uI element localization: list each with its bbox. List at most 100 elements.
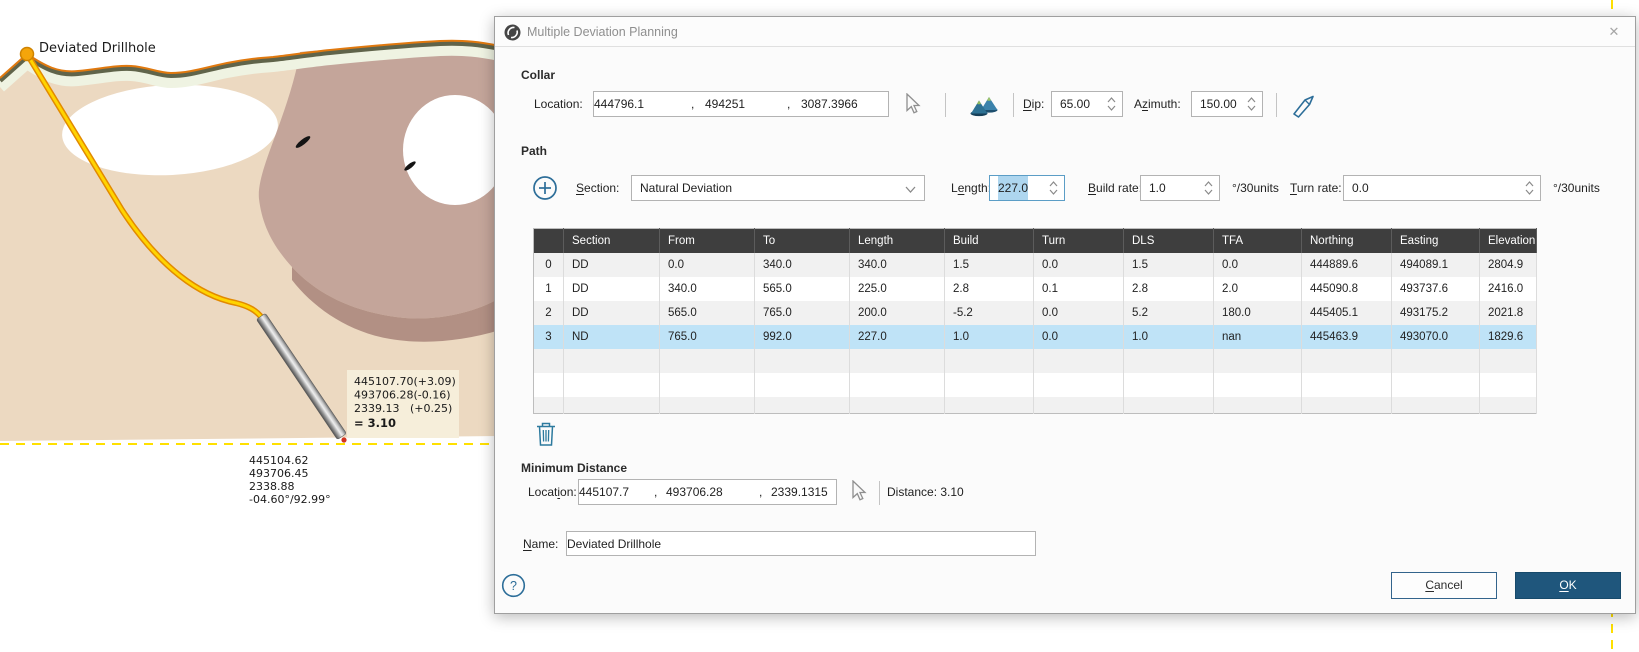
section-type-dropdown[interactable]: Natural Deviation: [631, 175, 925, 201]
help-button[interactable]: ?: [501, 573, 526, 598]
dialog-titlebar[interactable]: Multiple Deviation Planning ✕: [495, 17, 1635, 47]
cancel-button[interactable]: Cancel: [1391, 572, 1497, 599]
dip-value[interactable]: 65.00: [1060, 92, 1090, 116]
table-cell[interactable]: 2.8: [945, 277, 1034, 301]
table-cell[interactable]: [564, 373, 660, 397]
table-row[interactable]: 2DD565.0765.0200.0-5.20.05.2180.0445405.…: [534, 301, 1537, 325]
build-rate-spinner[interactable]: [1204, 179, 1214, 198]
table-cell[interactable]: [1302, 349, 1392, 373]
azimuth-spinbox[interactable]: 150.00: [1191, 91, 1263, 117]
table-cell[interactable]: [1480, 349, 1537, 373]
table-row[interactable]: 3ND765.0992.0227.01.00.01.0nan445463.949…: [534, 325, 1537, 349]
table-cell[interactable]: 2804.9: [1480, 253, 1537, 277]
collar-z-value[interactable]: 3087.3966: [801, 92, 858, 116]
table-cell[interactable]: [1214, 397, 1302, 414]
length-spinbox[interactable]: 227.0: [989, 175, 1065, 201]
length-value[interactable]: 227.0: [998, 176, 1028, 200]
table-cell[interactable]: 1829.6: [1480, 325, 1537, 349]
table-cell[interactable]: 2416.0: [1480, 277, 1537, 301]
table-cell[interactable]: -5.2: [945, 301, 1034, 325]
collar-location-input[interactable]: 444796.1 , 494251 , 3087.3966: [593, 91, 889, 117]
table-cell[interactable]: [564, 349, 660, 373]
turn-rate-spinbox[interactable]: 0.0: [1343, 175, 1541, 201]
turn-rate-value[interactable]: 0.0: [1352, 176, 1369, 200]
table-cell[interactable]: [534, 397, 564, 414]
table-cell[interactable]: [850, 373, 945, 397]
table-cell[interactable]: 493175.2: [1392, 301, 1480, 325]
table-cell[interactable]: 1.5: [1124, 253, 1214, 277]
table-row[interactable]: [534, 397, 1537, 414]
close-button[interactable]: ✕: [1601, 17, 1627, 47]
table-cell[interactable]: 494089.1: [1392, 253, 1480, 277]
table-cell[interactable]: 1.5: [945, 253, 1034, 277]
table-cell[interactable]: [850, 397, 945, 414]
table-cell[interactable]: [1034, 373, 1124, 397]
delete-section-trash-icon[interactable]: [534, 421, 558, 447]
table-cell[interactable]: 2.0: [1214, 277, 1302, 301]
place-on-topography-icon[interactable]: [969, 93, 999, 117]
table-cell[interactable]: 445090.8: [1302, 277, 1392, 301]
table-cell[interactable]: [945, 373, 1034, 397]
azimuth-value[interactable]: 150.00: [1200, 92, 1237, 116]
table-cell[interactable]: 493070.0: [1392, 325, 1480, 349]
build-rate-spinbox[interactable]: 1.0: [1140, 175, 1220, 201]
table-cell[interactable]: DD: [564, 277, 660, 301]
table-row[interactable]: [534, 349, 1537, 373]
draw-orientation-pencil-icon[interactable]: [1289, 91, 1319, 118]
name-input[interactable]: Deviated Drillhole: [566, 531, 1036, 556]
collar-marker[interactable]: [21, 48, 34, 61]
table-cell[interactable]: 0.0: [660, 253, 755, 277]
table-cell[interactable]: [1392, 397, 1480, 414]
min-distance-y-value[interactable]: 493706.28: [666, 480, 759, 504]
table-cell[interactable]: 3: [534, 325, 564, 349]
table-cell[interactable]: 565.0: [755, 277, 850, 301]
length-spinner[interactable]: [1049, 179, 1059, 198]
table-cell[interactable]: 180.0: [1214, 301, 1302, 325]
table-cell[interactable]: 340.0: [660, 277, 755, 301]
azimuth-spinner[interactable]: [1247, 95, 1257, 114]
table-cell[interactable]: 2.8: [1124, 277, 1214, 301]
table-cell[interactable]: [1302, 397, 1392, 414]
table-cell[interactable]: [945, 349, 1034, 373]
pick-location-cursor-icon[interactable]: [903, 93, 923, 117]
table-cell[interactable]: [1480, 397, 1537, 414]
table-cell[interactable]: [1392, 373, 1480, 397]
table-row[interactable]: 0DD0.0340.0340.01.50.01.50.0444889.64940…: [534, 253, 1537, 277]
collar-y-value[interactable]: 494251: [705, 92, 787, 116]
table-cell[interactable]: ND: [564, 325, 660, 349]
turn-rate-spinner[interactable]: [1525, 179, 1535, 198]
table-cell[interactable]: 445405.1: [1302, 301, 1392, 325]
table-cell[interactable]: 0.0: [1214, 253, 1302, 277]
table-cell[interactable]: [534, 349, 564, 373]
table-cell[interactable]: 992.0: [755, 325, 850, 349]
table-cell[interactable]: DD: [564, 301, 660, 325]
table-cell[interactable]: DD: [564, 253, 660, 277]
dip-spinbox[interactable]: 65.00: [1051, 91, 1123, 117]
table-cell[interactable]: [534, 373, 564, 397]
build-rate-value[interactable]: 1.0: [1149, 176, 1166, 200]
table-cell[interactable]: [1214, 373, 1302, 397]
min-distance-location-input[interactable]: 445107.7 , 493706.28 , 2339.1315: [578, 479, 837, 505]
table-cell[interactable]: 5.2: [1124, 301, 1214, 325]
table-cell[interactable]: [1034, 397, 1124, 414]
table-cell[interactable]: 2: [534, 301, 564, 325]
table-cell[interactable]: [1302, 373, 1392, 397]
min-distance-x-value[interactable]: 445107.7: [579, 480, 654, 504]
table-cell[interactable]: 445463.9: [1302, 325, 1392, 349]
table-row[interactable]: [534, 373, 1537, 397]
table-cell[interactable]: 493737.6: [1392, 277, 1480, 301]
table-cell[interactable]: [1480, 373, 1537, 397]
table-cell[interactable]: [945, 397, 1034, 414]
table-cell[interactable]: 565.0: [660, 301, 755, 325]
table-cell[interactable]: 200.0: [850, 301, 945, 325]
add-section-button[interactable]: [532, 175, 558, 201]
table-cell[interactable]: 227.0: [850, 325, 945, 349]
pick-min-distance-cursor-icon[interactable]: [849, 480, 869, 504]
table-cell[interactable]: [1124, 349, 1214, 373]
table-cell[interactable]: [564, 397, 660, 414]
table-cell[interactable]: [1034, 349, 1124, 373]
table-cell[interactable]: 0.0: [1034, 325, 1124, 349]
table-cell[interactable]: 444889.6: [1302, 253, 1392, 277]
table-cell[interactable]: 1.0: [1124, 325, 1214, 349]
table-cell[interactable]: [755, 397, 850, 414]
